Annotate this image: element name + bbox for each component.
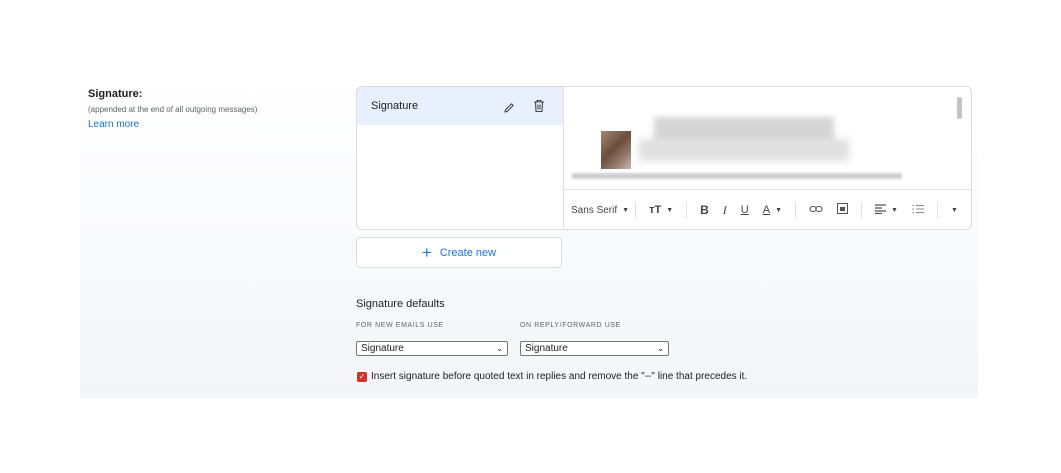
learn-more-link[interactable]: Learn more bbox=[88, 119, 139, 130]
italic-button[interactable]: I bbox=[723, 203, 727, 218]
chevron-down-icon: ▼ bbox=[775, 206, 783, 214]
delete-trash-icon[interactable] bbox=[533, 99, 545, 118]
signature-list: Signature bbox=[357, 87, 564, 229]
underline-button[interactable]: U bbox=[741, 204, 749, 216]
font-size-button[interactable]: тТ ▼ bbox=[649, 204, 673, 216]
reply-select-value: Signature bbox=[525, 343, 568, 354]
editor-scrollbar[interactable] bbox=[957, 97, 962, 119]
align-icon bbox=[875, 203, 887, 217]
new-emails-select-value: Signature bbox=[361, 343, 404, 354]
checkmark-icon: ✓ bbox=[358, 371, 366, 381]
blurred-detail-text bbox=[639, 139, 849, 161]
chevron-down-icon: ▼ bbox=[891, 206, 898, 214]
new-emails-label: FOR NEW EMAILS USE bbox=[356, 322, 444, 329]
signature-editor-box: Signature Sans Serif ▼ тТ ▼ B I U A ▼ ▼ … bbox=[356, 86, 972, 230]
reply-forward-label: ON REPLY/FORWARD USE bbox=[520, 322, 621, 329]
chevron-down-icon: ⌄ bbox=[657, 344, 664, 353]
align-button[interactable]: ▼ bbox=[875, 203, 898, 217]
signature-subtitle: (appended at the end of all outgoing mes… bbox=[88, 105, 258, 114]
toolbar-divider bbox=[635, 202, 637, 218]
signature-defaults-title: Signature defaults bbox=[356, 298, 445, 310]
blurred-name-text bbox=[654, 117, 834, 141]
numbered-list-icon bbox=[912, 204, 924, 217]
insert-image-button[interactable] bbox=[837, 203, 849, 217]
create-new-label: Create new bbox=[439, 246, 497, 259]
formatting-toolbar: Sans Serif ▼ тТ ▼ B I U A ▼ ▼ ▼ bbox=[564, 189, 971, 229]
bold-icon: B bbox=[700, 203, 709, 217]
create-new-button[interactable]: + Create new bbox=[356, 237, 562, 268]
insert-signature-checkbox[interactable]: ✓ bbox=[357, 371, 367, 382]
chevron-down-icon: ▼ bbox=[622, 206, 630, 214]
toolbar-divider bbox=[686, 202, 688, 218]
text-color-icon: A bbox=[762, 204, 771, 216]
blurred-footer-line bbox=[572, 173, 902, 179]
new-emails-signature-select[interactable]: Signature ⌄ bbox=[356, 341, 508, 356]
numbered-list-button[interactable] bbox=[912, 204, 924, 217]
more-icon: ▼ bbox=[950, 206, 958, 214]
toolbar-divider bbox=[795, 202, 797, 218]
underline-icon: U bbox=[740, 204, 749, 216]
font-family-label: Sans Serif bbox=[571, 204, 618, 216]
signature-item-label: Signature bbox=[371, 100, 419, 112]
insert-signature-label: Insert signature before quoted text in r… bbox=[371, 371, 748, 382]
link-icon bbox=[809, 204, 823, 217]
image-icon bbox=[837, 203, 849, 217]
chevron-down-icon: ▼ bbox=[666, 206, 674, 214]
text-color-button[interactable]: A ▼ bbox=[763, 204, 782, 216]
signature-editor[interactable] bbox=[564, 87, 971, 187]
toolbar-divider bbox=[861, 202, 863, 218]
plus-icon: + bbox=[421, 243, 432, 262]
link-button[interactable] bbox=[809, 204, 823, 217]
edit-pencil-icon[interactable] bbox=[503, 101, 515, 119]
bold-button[interactable]: B bbox=[700, 203, 709, 217]
font-family-select[interactable]: Sans Serif ▼ bbox=[571, 205, 629, 216]
more-formatting-button[interactable]: ▼ bbox=[951, 207, 958, 214]
chevron-down-icon: ⌄ bbox=[496, 344, 503, 353]
signature-title: Signature: bbox=[88, 88, 143, 100]
insert-signature-option: ✓ Insert signature before quoted text in… bbox=[357, 371, 747, 382]
reply-forward-signature-select[interactable]: Signature ⌄ bbox=[520, 341, 669, 356]
toolbar-divider bbox=[936, 202, 938, 218]
font-size-icon: тТ bbox=[649, 204, 662, 216]
signature-list-item[interactable]: Signature bbox=[357, 87, 563, 125]
italic-icon: I bbox=[722, 202, 727, 217]
signature-image bbox=[601, 131, 631, 169]
signature-section-header: Signature: (appended at the end of all o… bbox=[88, 88, 257, 132]
